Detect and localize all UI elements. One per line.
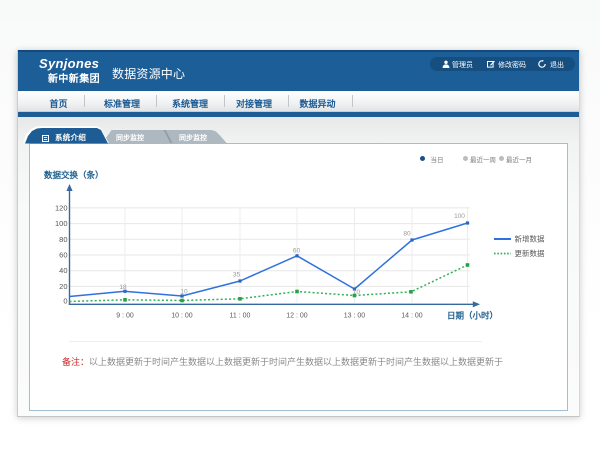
svg-text:更新数据: 更新数据 [515, 248, 545, 258]
svg-text:0: 0 [63, 296, 67, 305]
svg-text:80: 80 [403, 231, 411, 238]
svg-text:9 : 00: 9 : 00 [116, 313, 134, 320]
svg-text:80: 80 [59, 235, 67, 244]
svg-text:18: 18 [119, 284, 127, 291]
svg-text:10: 10 [180, 289, 188, 296]
svg-text:数据交换（条）: 数据交换（条） [44, 170, 104, 180]
svg-text:60: 60 [59, 251, 67, 260]
svg-text:10: 10 [353, 289, 361, 296]
svg-text:35: 35 [233, 272, 241, 279]
svg-text:10 : 00: 10 : 00 [171, 313, 193, 320]
svg-text:11 : 00: 11 : 00 [230, 313, 251, 320]
svg-text:20: 20 [59, 282, 67, 291]
svg-text:13 : 00: 13 : 00 [344, 313, 366, 320]
svg-text:40: 40 [59, 266, 67, 275]
svg-text:60: 60 [293, 248, 301, 255]
svg-text:日期（小时）: 日期（小时） [447, 311, 498, 321]
svg-text:100: 100 [55, 219, 68, 228]
svg-text:12 : 00: 12 : 00 [286, 313, 308, 320]
svg-text:120: 120 [55, 203, 68, 212]
svg-text:14 : 00: 14 : 00 [401, 313, 423, 320]
svg-text:100: 100 [454, 213, 465, 220]
svg-text:新增数据: 新增数据 [515, 234, 545, 244]
